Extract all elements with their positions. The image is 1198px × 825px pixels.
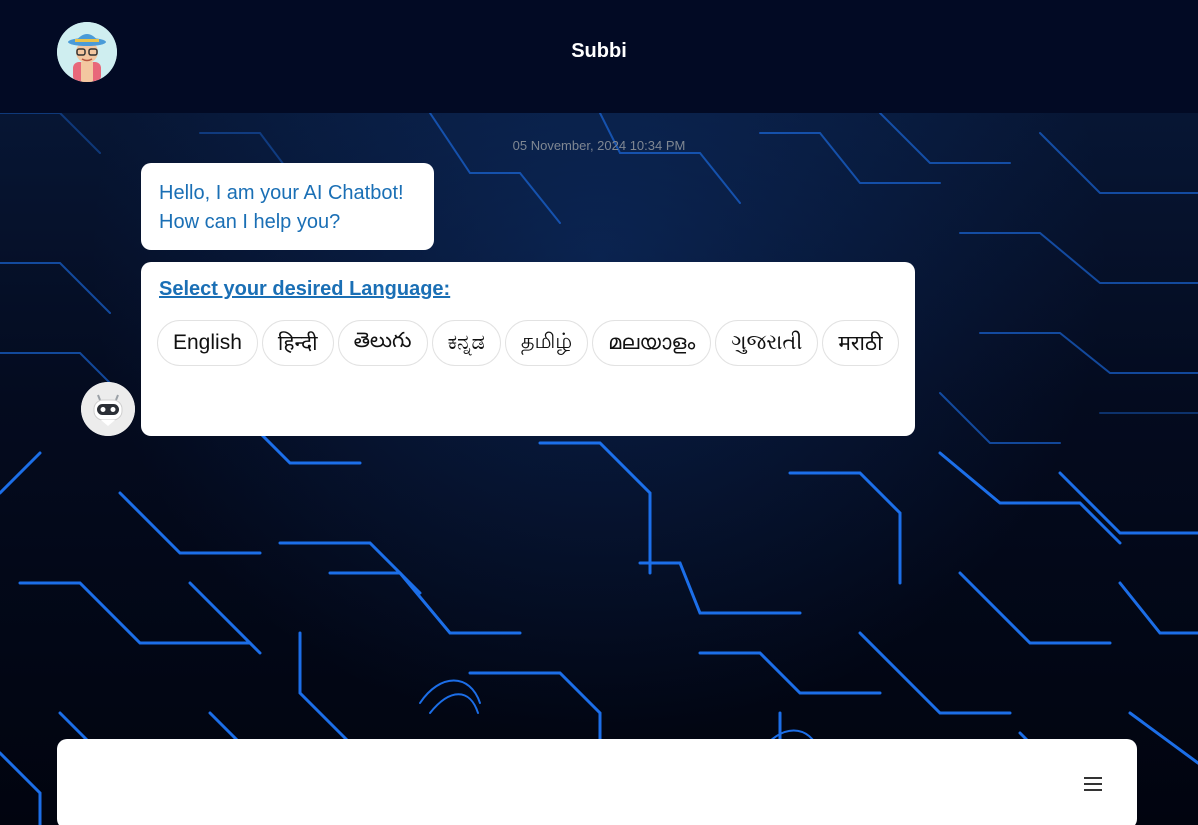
language-selection-bubble: Select your desired Language: English हि… (141, 262, 915, 436)
language-option-telugu[interactable]: తెలుగు (337, 320, 428, 366)
bot-avatar-icon (81, 382, 135, 436)
message-timestamp: 05 November, 2024 10:34 PM (512, 138, 686, 153)
language-option-english[interactable]: English (157, 320, 258, 366)
app-title: Subbi (571, 40, 627, 62)
bot-greeting-bubble: Hello, I am your AI Chatbot! How can I h… (141, 163, 434, 250)
greeting-line-2: How can I help you? (159, 211, 341, 233)
message-input[interactable] (77, 759, 1057, 809)
language-prompt: Select your desired Language: (159, 278, 451, 300)
app-header: Subbi (0, 0, 1198, 113)
language-option-tamil[interactable]: தமிழ் (504, 320, 589, 366)
language-option-malayalam[interactable]: മലയാളം (592, 320, 712, 366)
language-options: English हिन्दी తెలుగు ಕನ್ನಡ தமிழ் മലയാളം… (157, 320, 899, 369)
greeting-line-1: Hello, I am your AI Chatbot! (159, 182, 404, 204)
language-option-gujarati[interactable]: ગુજરાતી (715, 320, 819, 366)
language-option-marathi[interactable]: मराठी (822, 320, 899, 366)
message-composer (57, 739, 1137, 825)
menu-icon[interactable] (1082, 775, 1104, 793)
language-option-hindi[interactable]: हिन्दी (261, 320, 334, 366)
language-option-kannada[interactable]: ಕನ್ನಡ (431, 320, 501, 366)
